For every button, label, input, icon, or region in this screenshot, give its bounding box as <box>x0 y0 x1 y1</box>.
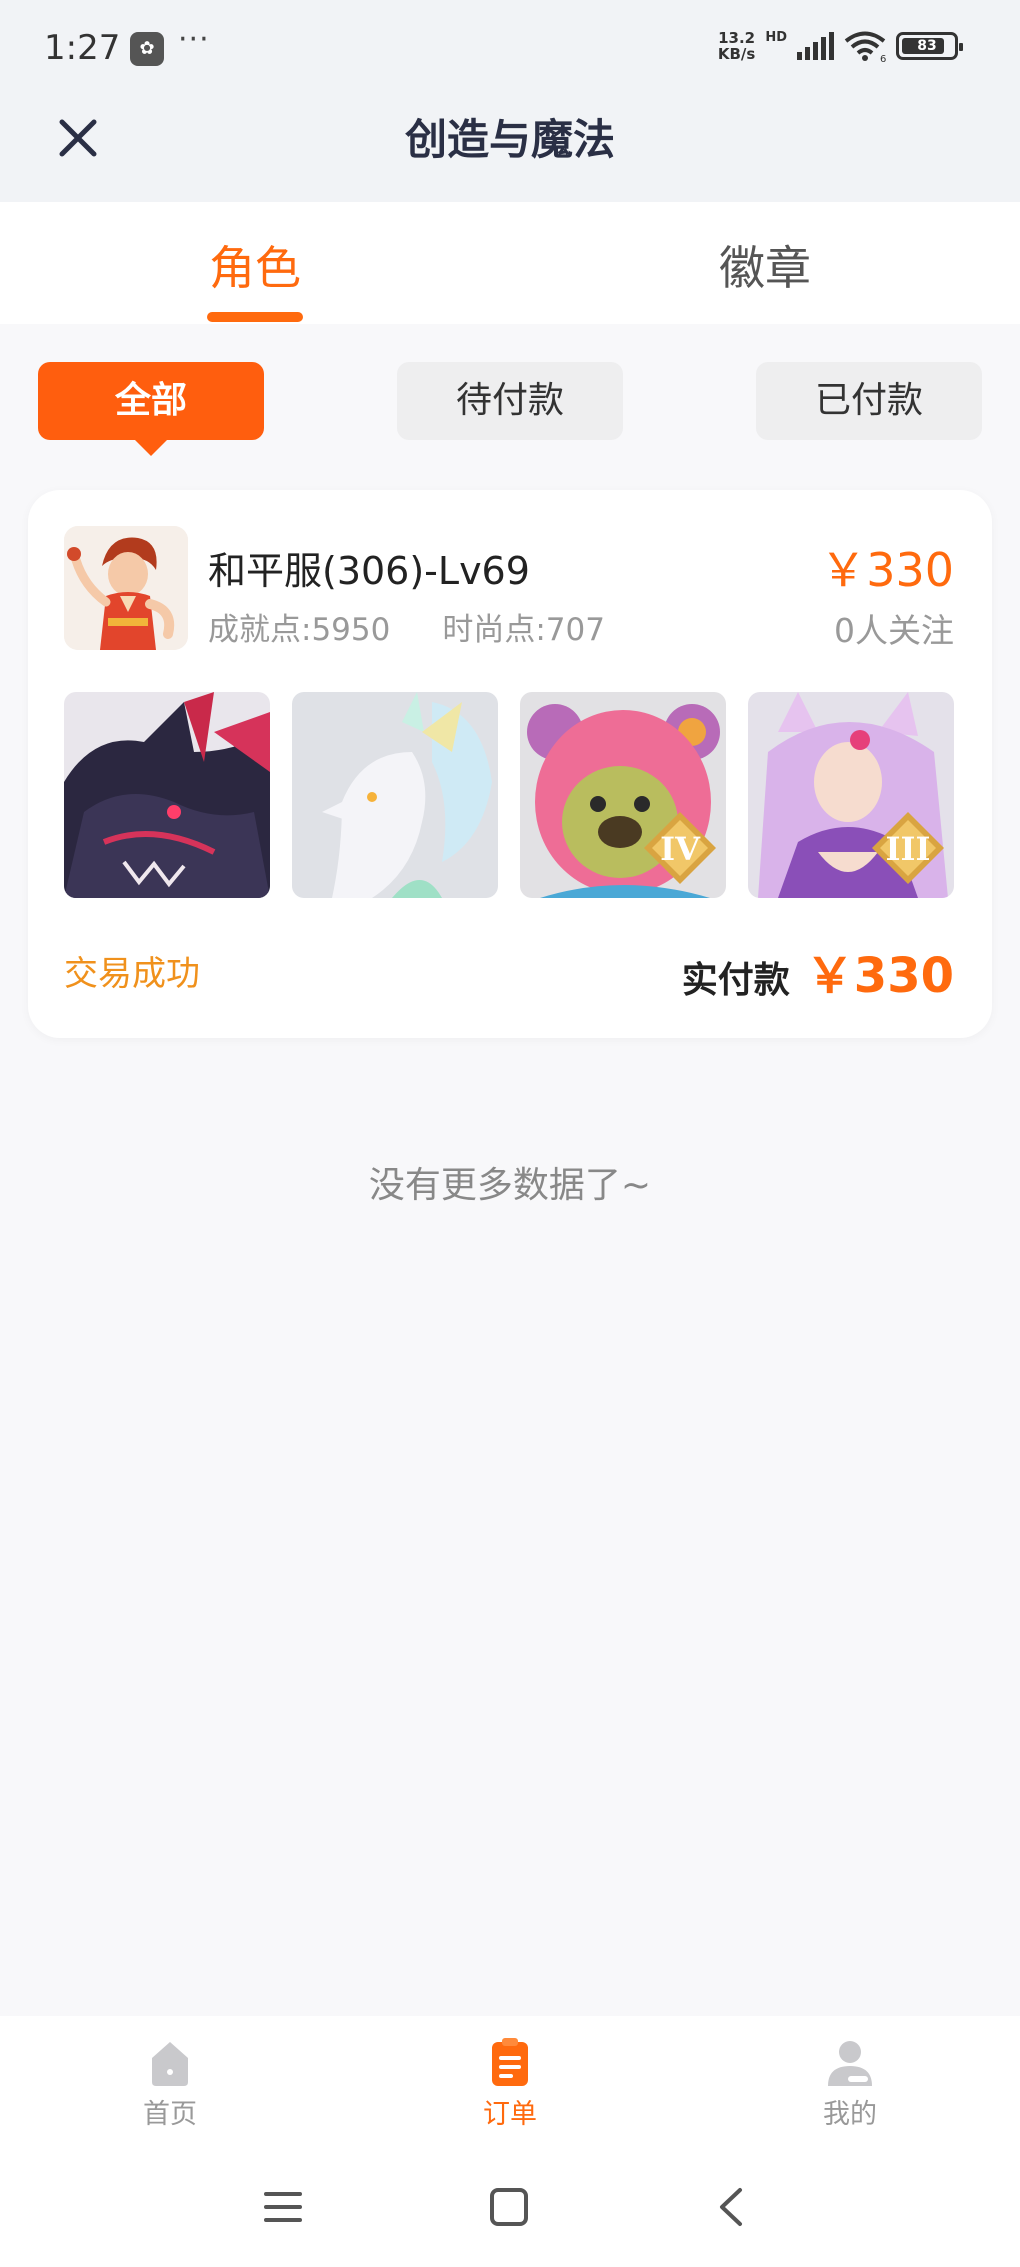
item-thumbnail[interactable]: III <box>748 692 954 898</box>
wifi-level: 6 <box>880 54 886 62</box>
character-stats: 成就点:5950 时尚点:707 <box>208 604 605 649</box>
home-icon <box>152 2042 188 2086</box>
battery-level: 83 <box>917 38 937 54</box>
order-list-page: 1:27 ✿ ··· 13.2 KB/s HD 6 83 创造与魔法 角色 徽章… <box>0 0 1020 2267</box>
nav-home[interactable]: 首页 <box>90 2034 250 2131</box>
white-fox-image <box>292 692 498 898</box>
paid-label: 实付款 <box>681 960 790 1001</box>
nav-mine[interactable]: 我的 <box>770 2034 930 2131</box>
home-square-icon[interactable] <box>484 2182 534 2232</box>
rank-label: IV <box>660 830 701 868</box>
signal-icon <box>797 32 834 60</box>
wifi-icon: 6 <box>844 31 886 62</box>
page-title: 创造与魔法 <box>404 115 615 164</box>
paid-amount-row: 实付款 ￥330 <box>682 936 954 1006</box>
character-avatar <box>64 526 188 650</box>
status-more-icon: ··· <box>178 22 210 57</box>
no-more-data: 没有更多数据了~ <box>368 1165 652 1206</box>
item-thumbnail[interactable]: IV <box>520 692 726 898</box>
dragon-image <box>64 692 270 898</box>
menu-icon[interactable] <box>258 2182 308 2232</box>
app-notification-icon: ✿ <box>130 32 164 66</box>
status-indicators: 13.2 KB/s HD 6 83 <box>718 30 963 62</box>
item-thumbnails: IV III <box>64 692 954 898</box>
tab-role[interactable]: 角色 <box>155 232 355 298</box>
nav-home-label: 首页 <box>143 2099 197 2130</box>
rank-badge-icon: III <box>872 812 944 884</box>
nav-orders-label: 订单 <box>483 2099 537 2130</box>
hd-indicator: HD <box>765 30 787 45</box>
paid-value: ￥330 <box>805 948 954 1004</box>
order-card[interactable]: 和平服(306)-Lv69 成就点:5950 时尚点:707 ￥330 0人关注 <box>28 490 992 1038</box>
order-status: 交易成功 <box>64 954 200 994</box>
nav-orders[interactable]: 订单 <box>430 2034 590 2131</box>
status-time: 1:27 <box>44 28 121 68</box>
listing-price: ￥330 <box>820 543 954 597</box>
system-nav-bar <box>0 2150 1020 2267</box>
net-speed-unit: KB/s <box>717 45 756 63</box>
rank-badge-icon: IV <box>644 812 716 884</box>
achievement-points: 成就点:5950 <box>208 612 391 648</box>
profile-icon <box>828 2041 872 2086</box>
tab-badge[interactable]: 徽章 <box>665 232 865 298</box>
net-speed-value: 13.2 <box>718 29 756 47</box>
fashion-points: 时尚点:707 <box>442 612 605 648</box>
top-bar: 1:27 ✿ ··· 13.2 KB/s HD 6 83 创造与魔法 <box>0 0 1020 202</box>
back-icon[interactable] <box>708 2182 758 2232</box>
filter-pending-payment[interactable]: 待付款 <box>397 362 623 440</box>
tab-bar: 角色 徽章 <box>0 202 1020 324</box>
tab-active-indicator <box>207 312 303 322</box>
follower-count: 0人关注 <box>834 611 954 650</box>
filter-all[interactable]: 全部 <box>38 362 264 456</box>
server-level: 和平服(306)-Lv69 <box>208 549 530 593</box>
nav-mine-label: 我的 <box>823 2099 877 2130</box>
orders-icon <box>492 2038 528 2086</box>
item-thumbnail[interactable] <box>292 692 498 898</box>
filter-paid[interactable]: 已付款 <box>756 362 982 440</box>
item-thumbnail[interactable] <box>64 692 270 898</box>
network-speed: 13.2 KB/s <box>718 30 755 62</box>
battery-icon: 83 <box>896 32 963 60</box>
rank-label: III <box>886 830 931 868</box>
